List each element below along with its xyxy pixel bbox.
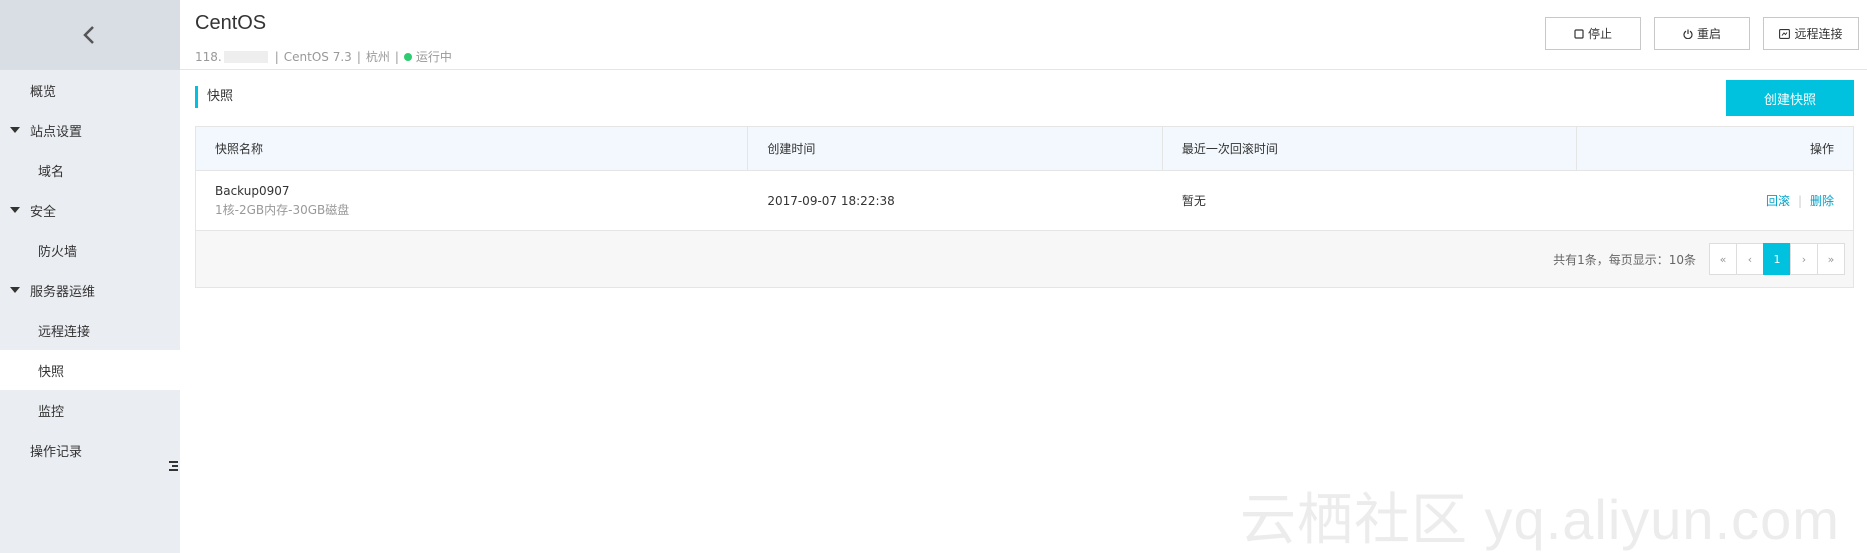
snapshot-name: Backup0907 [215,183,290,198]
sidebar-item-label: 操作记录 [30,444,83,460]
snapshot-last-rollback: 暂无 [1181,194,1206,208]
sidebar-item-label: 站点设置 [30,124,83,140]
sidebar-collapse-handle[interactable] [166,446,180,486]
watermark: 云栖社区 yq.aliyun.com [1240,488,1840,551]
sidebar: 概览 站点设置 域名 安全 防火墙 服务器运维 远程连接 快照 监控 操作记录 [0,0,180,553]
meta-separator: | [356,49,361,64]
sidebar-item-label: 概览 [30,84,57,100]
first-page-button[interactable]: « [1709,243,1737,275]
page-title: CentOS [195,12,267,34]
sidebar-item-remote-connect[interactable]: 远程连接 [0,310,180,350]
pagination-info: 共有1条，每页显示：10条 [1553,252,1696,267]
column-header-last-rollback: 最近一次回滚时间 [1163,127,1578,170]
restart-button[interactable]: 重启 [1654,17,1750,50]
instance-meta: 118. | CentOS 7.3 | 杭州 | 运行中 [195,48,452,65]
snapshot-table: 快照名称 创建时间 最近一次回滚时间 操作 Backup0907 1核-2GB内… [195,126,1854,288]
menu-fold-icon [168,460,178,472]
next-page-button[interactable]: › [1790,243,1818,275]
sidebar-item-overview[interactable]: 概览 [0,70,180,110]
snapshot-created-time: 2017-09-07 18:22:38 [767,193,895,208]
remote-connect-button-label: 远程连接 [1794,27,1843,41]
remote-connect-button[interactable]: 远程连接 [1763,17,1859,50]
sidebar-item-label: 防火墙 [38,244,78,260]
stop-icon [1574,28,1584,39]
sidebar-item-label: 域名 [38,164,65,180]
table-footer: 共有1条，每页显示：10条 « ‹ 1 › » [196,231,1853,287]
sidebar-item-label: 安全 [30,204,57,220]
caret-down-icon [10,207,20,213]
column-header-name: 快照名称 [196,127,749,170]
stop-button[interactable]: 停止 [1545,17,1641,50]
action-separator: | [1797,193,1802,208]
sidebar-item-snapshot[interactable]: 快照 [0,350,180,390]
back-button[interactable] [0,0,180,70]
sidebar-group-site-settings[interactable]: 站点设置 [0,110,180,150]
caret-down-icon [10,127,20,133]
instance-header: CentOS 118. | CentOS 7.3 | 杭州 | 运行中 停止 重… [180,0,1867,70]
sidebar-group-server-ops[interactable]: 服务器运维 [0,270,180,310]
last-page-button[interactable]: » [1817,243,1845,275]
chevron-left-icon [83,26,94,44]
delete-link[interactable]: 删除 [1810,192,1834,209]
create-snapshot-button[interactable]: 创建快照 [1726,80,1854,116]
power-icon [1683,29,1693,39]
section-title: 快照 [195,86,233,108]
sidebar-item-domain[interactable]: 域名 [0,150,180,190]
prev-page-button[interactable]: ‹ [1736,243,1764,275]
sidebar-item-label: 快照 [38,364,65,380]
sidebar-item-firewall[interactable]: 防火墙 [0,230,180,270]
rollback-link[interactable]: 回滚 [1766,192,1790,209]
status-badge: 运行中 [415,50,452,64]
os-version: CentOS 7.3 [283,49,352,64]
sidebar-item-operation-log[interactable]: 操作记录 [0,430,180,470]
column-header-actions: 操作 [1809,142,1834,156]
sidebar-item-label: 远程连接 [38,324,91,340]
status-dot-icon [403,52,412,61]
meta-separator: | [394,49,399,64]
sidebar-nav: 概览 站点设置 域名 安全 防火墙 服务器运维 远程连接 快照 监控 操作记录 [0,70,180,470]
sidebar-item-label: 监控 [38,404,65,420]
table-row: Backup0907 1核-2GB内存-30GB磁盘 2017-09-07 18… [196,171,1853,231]
restart-button-label: 重启 [1696,27,1721,41]
stop-button-label: 停止 [1587,27,1612,41]
caret-down-icon [10,287,20,293]
region: 杭州 [365,50,390,64]
table-header: 快照名称 创建时间 最近一次回滚时间 操作 [196,127,1853,171]
snapshot-actions: 回滚 | 删除 [1577,171,1853,230]
snapshot-spec: 1核-2GB内存-30GB磁盘 [215,202,350,217]
sidebar-item-label: 服务器运维 [30,284,96,300]
ip-address: 118. [195,49,222,64]
ip-mask [223,50,268,63]
column-header-created: 创建时间 [748,127,1163,170]
meta-separator: | [274,49,279,64]
pagination: « ‹ 1 › » [1709,243,1845,275]
snapshot-name-cell: Backup0907 1核-2GB内存-30GB磁盘 [196,171,748,230]
sidebar-group-security[interactable]: 安全 [0,190,180,230]
page-1-button[interactable]: 1 [1763,243,1791,275]
remote-desktop-icon [1779,28,1791,39]
sidebar-item-monitor[interactable]: 监控 [0,390,180,430]
